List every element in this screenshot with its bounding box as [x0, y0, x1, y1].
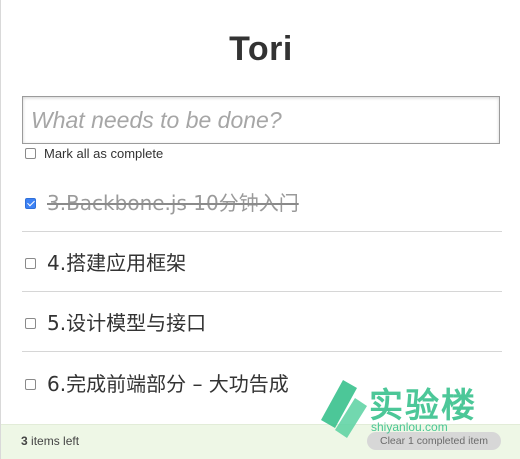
- items-left-count: 3: [21, 434, 28, 448]
- new-todo-input[interactable]: [22, 96, 500, 144]
- toggle-all-row[interactable]: Mark all as complete: [25, 144, 163, 162]
- todo-text[interactable]: 6.完成前端部分 – 大功告成: [47, 368, 289, 397]
- toggle-all-checkbox[interactable]: [25, 147, 36, 159]
- todo-list: 3.Backbone.js 10分钟入门 4.搭建应用框架 5.设计模型与接口 …: [22, 172, 502, 412]
- todo-item[interactable]: 5.设计模型与接口: [22, 292, 502, 352]
- toggle-all-label: Mark all as complete: [44, 145, 164, 161]
- todo-footer: 3 items left Clear 1 completed item: [1, 424, 520, 459]
- items-left-suffix: items left: [27, 434, 80, 448]
- todo-toggle-checkbox[interactable]: [25, 258, 36, 269]
- todo-item[interactable]: 3.Backbone.js 10分钟入门: [22, 172, 502, 232]
- app-title: Tori: [229, 30, 293, 68]
- todo-toggle-checkbox[interactable]: [25, 318, 36, 329]
- todo-text[interactable]: 5.设计模型与接口: [47, 307, 206, 336]
- todo-app: Tori Mark all as complete 3.Backbone.js …: [0, 0, 520, 459]
- todo-text[interactable]: 4.搭建应用框架: [47, 247, 186, 276]
- todo-item[interactable]: 6.完成前端部分 – 大功告成: [22, 352, 502, 412]
- items-left-counter: 3 items left: [21, 434, 79, 448]
- todo-toggle-checkbox[interactable]: [25, 198, 36, 209]
- todo-text[interactable]: 3.Backbone.js 10分钟入门: [47, 187, 299, 216]
- todo-item[interactable]: 4.搭建应用框架: [22, 232, 502, 292]
- todo-toggle-checkbox[interactable]: [25, 378, 36, 390]
- clear-completed-button[interactable]: Clear 1 completed item: [367, 432, 501, 450]
